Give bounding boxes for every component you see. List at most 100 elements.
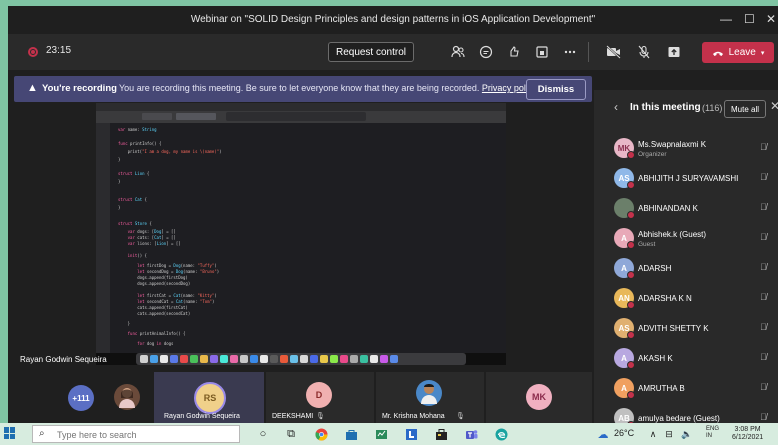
participant-row[interactable]: A ADARSH 🎙̸	[594, 254, 778, 282]
participant-row[interactable]: AS ABHIJITH J SURYAVAMSHI 🎙̸	[594, 164, 778, 192]
close-panel-icon[interactable]: ✕	[770, 99, 778, 113]
chat-icon[interactable]	[476, 42, 496, 62]
clock-date: 6/12/2021	[732, 434, 764, 441]
reactions-icon[interactable]	[504, 42, 524, 62]
app-icon[interactable]	[404, 427, 418, 441]
participant-row[interactable]: MK Ms.Swapnalaxmi K Organizer 🎙̸	[594, 134, 778, 162]
presence-dot	[627, 361, 635, 369]
request-control-button[interactable]: Request control	[328, 42, 414, 62]
chevron-down-icon[interactable]: ▾	[761, 49, 765, 57]
participant-name: ABHINANDAN K	[638, 204, 699, 213]
leave-label: Leave	[728, 47, 756, 58]
participant-row[interactable]: AS ADVITH SHETTY K 🎙̸	[594, 314, 778, 342]
participant-row[interactable]: AB amulya bedare (Guest) 🎙̸	[594, 404, 778, 423]
mic-off-icon[interactable]: 🎙̸	[760, 232, 767, 242]
participant-photo	[416, 380, 442, 406]
avatar-initials: A	[621, 383, 627, 393]
video-tile[interactable]: D DEEKSHAMI 🎙	[266, 372, 374, 423]
maximize-button[interactable]: ☐	[744, 12, 755, 26]
participant-row[interactable]: ABHINANDAN K 🎙̸	[594, 194, 778, 222]
mic-off-icon[interactable]: 🎙̸	[760, 292, 767, 302]
task-view-icon[interactable]: ⧉	[284, 427, 298, 441]
participant-row[interactable]: A AKASH K 🎙̸	[594, 344, 778, 372]
window-title: Webinar on "SOLID Design Principles and …	[190, 14, 596, 25]
clock-time: 3:08 PM	[734, 426, 761, 433]
mic-off-icon[interactable]: 🎙̸	[760, 172, 767, 182]
avatar: AN	[614, 288, 635, 309]
mic-off-icon[interactable]: 🎙̸	[760, 382, 767, 392]
people-icon[interactable]	[448, 42, 468, 62]
volume-icon[interactable]: 🔈	[680, 427, 694, 441]
video-tile-active-speaker[interactable]: RS Rayan Godwin Sequeira	[154, 372, 264, 423]
presence-dot	[627, 391, 635, 399]
app-icon[interactable]	[374, 427, 388, 441]
mic-off-icon[interactable]: 🎙̸	[760, 202, 767, 212]
mic-off-icon[interactable]	[634, 42, 654, 62]
participant-count: (116)	[702, 103, 723, 113]
avatar: D	[306, 382, 332, 408]
windows-start-icon[interactable]	[4, 427, 16, 439]
participant-row[interactable]: A Abhishek.k (Guest) Guest 🎙̸	[594, 224, 778, 252]
dismiss-button[interactable]: Dismiss	[526, 79, 586, 100]
mute-all-button[interactable]: Mute all	[724, 100, 766, 118]
mic-off-icon[interactable]: 🎙̸	[760, 412, 767, 422]
avatar: AS	[614, 168, 635, 189]
mic-off-icon[interactable]: 🎙̸	[760, 322, 767, 332]
rooms-icon[interactable]	[532, 42, 552, 62]
chevron-up-icon[interactable]: ∧	[646, 427, 660, 441]
presence-dot	[627, 271, 635, 279]
participant-name: Abhishek.k (Guest)	[638, 230, 707, 239]
leave-button[interactable]: Leave ▾	[702, 42, 774, 63]
overflow-tile[interactable]: +111	[64, 372, 104, 423]
more-icon[interactable]	[560, 42, 580, 62]
taskbar-search-box[interactable]: ⌕	[32, 425, 240, 443]
mac-dock	[136, 353, 466, 365]
shared-screen: var name: String func printInfo() { prin…	[96, 103, 506, 365]
language-indicator[interactable]: ENG IN	[706, 426, 719, 440]
avatar-initials: A	[621, 353, 627, 363]
store-icon[interactable]	[344, 427, 358, 441]
back-chevron-icon[interactable]: ‹	[614, 100, 618, 114]
teams-icon[interactable]	[464, 427, 478, 441]
meeting-toolbar: 23:15 Request control Leave ▾	[8, 34, 778, 70]
app-icon[interactable]	[434, 427, 448, 441]
video-tile[interactable]	[104, 372, 152, 423]
avatar: A	[614, 348, 635, 369]
recording-banner-message: You are recording this meeting. Be sure …	[119, 83, 537, 93]
video-tile[interactable]: Mr. Krishna Mohana 🎙	[376, 372, 484, 423]
overflow-count: +111	[68, 385, 94, 411]
clock[interactable]: 3:08 PM 6/12/2021	[732, 426, 763, 442]
panel-title: In this meeting	[630, 102, 701, 113]
mac-menu-bar	[96, 103, 506, 111]
avatar: AS	[614, 318, 635, 339]
participant-name: Ms.Swapnalaxmi K	[638, 140, 707, 149]
network-icon[interactable]: ⊟	[662, 427, 676, 441]
mic-off-icon[interactable]: 🎙̸	[760, 352, 767, 362]
mic-off-icon[interactable]: 🎙̸	[760, 142, 767, 152]
participant-row[interactable]: A AMRUTHA B 🎙̸	[594, 374, 778, 402]
toolbar-divider	[588, 42, 589, 62]
minimize-button[interactable]: —	[720, 12, 732, 26]
mic-off-icon[interactable]: 🎙̸	[760, 262, 767, 272]
participant-row[interactable]: AN ADARSHA K N 🎙̸	[594, 284, 778, 312]
taskbar-search-input[interactable]	[55, 427, 239, 443]
weather-icon[interactable]: ☁	[596, 427, 610, 441]
participant-role: Organizer	[638, 151, 667, 158]
close-button[interactable]: ✕	[766, 12, 776, 26]
windows-taskbar: ⌕ ○ ⧉ ☁ 26°C ∧ ⊟ 🔈 ENG IN 3:08 PM 6/12/2…	[0, 423, 778, 445]
edge-icon[interactable]	[494, 427, 508, 441]
share-icon[interactable]	[664, 42, 684, 62]
meeting-timer: 23:15	[46, 45, 72, 56]
cortana-icon[interactable]: ○	[256, 427, 270, 441]
search-icon: ⌕	[39, 428, 45, 439]
video-tile[interactable]: MK	[486, 372, 592, 423]
language-code: ENG	[706, 426, 720, 432]
participants-panel: ‹ In this meeting (116) Mute all ✕ MK Ms.…	[594, 90, 778, 423]
avatar: RS	[194, 382, 226, 414]
avatar: A	[614, 258, 635, 279]
chrome-icon[interactable]	[314, 427, 328, 441]
tile-name: Mr. Krishna Mohana	[382, 413, 445, 420]
participant-role: Guest	[638, 241, 656, 248]
camera-off-icon[interactable]	[604, 42, 624, 62]
weather-temperature[interactable]: 26°C	[614, 428, 634, 438]
